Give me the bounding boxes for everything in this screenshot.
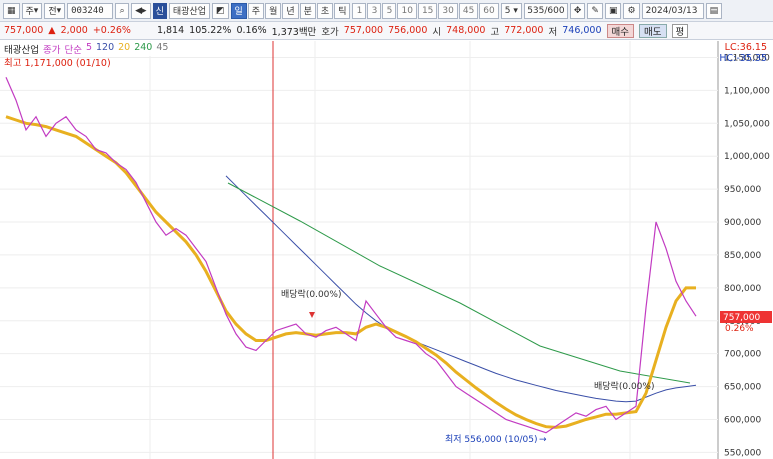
legend-ma-5: 5 xyxy=(85,42,92,53)
y-tick-label: 1,050,000 xyxy=(724,119,770,129)
calendar-icon[interactable]: ▤ xyxy=(705,2,723,19)
interval-select[interactable]: 5 ▾ xyxy=(500,2,522,19)
period-mode-select[interactable]: 전 ▾ xyxy=(44,2,66,19)
y-tick-label: 550,000 xyxy=(724,448,761,458)
legend-ma-20: 20 xyxy=(118,42,131,53)
search-icon[interactable]: ⌕ xyxy=(115,2,130,19)
stock-name: 태광산업 xyxy=(168,2,210,19)
average-button[interactable]: 평 xyxy=(671,23,689,38)
period-buttons: 일주월년분초틱 xyxy=(230,2,351,19)
price-chart[interactable]: 1,150,0001,100,0001,050,0001,000,000950,… xyxy=(0,41,773,459)
save-icon[interactable]: ▣ xyxy=(604,2,622,19)
legend-name: 태광산업 xyxy=(4,45,39,56)
y-tick-labels: 1,150,0001,100,0001,050,0001,000,000950,… xyxy=(724,53,770,458)
y-tick-label: 900,000 xyxy=(724,218,761,228)
ask1: 757,000 xyxy=(343,25,384,36)
buy-button[interactable]: 매수 xyxy=(606,23,635,38)
interval-button-10[interactable]: 10 xyxy=(397,2,417,19)
last-price-label: 757,000 xyxy=(723,313,760,323)
period-button-2[interactable]: 월 xyxy=(265,2,282,19)
ask2: 756,000 xyxy=(388,25,428,36)
legend-ma-label: 단순 xyxy=(64,45,82,56)
low-note: 최저 556,000 (10/05) xyxy=(445,434,537,445)
low-label: 저 xyxy=(548,26,558,38)
legend-ma-120: 120 xyxy=(95,42,115,53)
ask-label: 호가 xyxy=(321,26,339,38)
legend-ma-45: 45 xyxy=(156,42,169,53)
dividend-note-1: 배당락(0.00%) xyxy=(281,288,341,300)
lc-hc-box: LC:36.15 HC:-35.35 xyxy=(719,42,767,64)
market-select[interactable]: 주 ▾ xyxy=(21,2,43,19)
crosshair-icon[interactable]: ✥ xyxy=(569,2,586,19)
interval-button-15[interactable]: 15 xyxy=(417,2,438,19)
high-price: 772,000 xyxy=(504,25,544,36)
speaker-icon[interactable]: ◀▸ xyxy=(131,2,151,19)
y-tick-label: 800,000 xyxy=(724,284,761,294)
volume-ratio: 105.22% xyxy=(189,25,232,36)
high-note: 최고 1,171,000 (01/10) xyxy=(4,58,111,69)
date-input[interactable]: 2024/03/13 xyxy=(641,2,704,19)
y-tick-label: 950,000 xyxy=(724,185,761,195)
volume: 1,814 xyxy=(156,25,185,36)
y-tick-label: 600,000 xyxy=(724,416,761,426)
y-tick-label: 850,000 xyxy=(724,251,761,261)
low-arrow-icon: → xyxy=(539,435,547,445)
chart-legend: 태광산업 종가 단순 5 120 20 240 45 xyxy=(4,42,169,56)
interval-buttons: 1 3 5 10 15 30 45 60 xyxy=(352,2,499,19)
y-tick-label: 650,000 xyxy=(724,383,761,393)
market-value: 주 xyxy=(25,7,34,17)
legend-ma-240: 240 xyxy=(134,42,153,53)
dividend-note-2: 배당락(0.00%) xyxy=(594,380,654,392)
period-button-6[interactable]: 틱 xyxy=(334,2,351,19)
turnover: 0.16% xyxy=(236,25,267,36)
plot-area xyxy=(0,41,718,459)
interval-select-value: 5 xyxy=(504,5,511,16)
gear-icon[interactable]: ⚙ xyxy=(623,2,640,19)
period-button-0[interactable]: 일 xyxy=(230,2,247,19)
price-change-pct: +0.26% xyxy=(92,25,131,36)
amount: 1,373백만 xyxy=(271,26,317,38)
period-button-3[interactable]: 년 xyxy=(282,2,299,19)
y-tick-label: 1,000,000 xyxy=(724,152,770,162)
y-tick-label: 700,000 xyxy=(724,350,761,360)
open-price: 748,000 xyxy=(446,25,486,36)
legend-price-label: 종가 xyxy=(42,45,61,56)
interval-button-3[interactable]: 3 xyxy=(367,2,382,19)
last-pct-label: 0.26% xyxy=(725,324,754,334)
price-change: 2,000 xyxy=(60,25,88,36)
stock-tag: 신 xyxy=(152,2,167,19)
period-button-4[interactable]: 분 xyxy=(299,2,316,19)
layout-icon[interactable]: ▦ xyxy=(3,2,20,19)
pin-icon[interactable]: ✎ xyxy=(587,2,603,19)
lc-value: LC:36.15 xyxy=(724,42,767,53)
open-label: 시 xyxy=(432,26,442,38)
y-tick-label: 1,100,000 xyxy=(724,86,770,96)
interval-button-5[interactable]: 5 xyxy=(382,2,397,19)
data-count[interactable]: 535/600 xyxy=(523,2,568,19)
quote-bar: 757,000 ▲ 2,000 +0.26% 1,814 105.22% 0.1… xyxy=(0,22,773,40)
star-icon[interactable]: ◩ xyxy=(212,2,229,19)
up-arrow-icon: ▲ xyxy=(48,25,56,36)
period-button-5[interactable]: 초 xyxy=(316,2,334,19)
period-button-1[interactable]: 주 xyxy=(247,2,265,19)
current-price: 757,000 xyxy=(4,25,44,36)
stock-code-input[interactable]: 003240 xyxy=(67,2,114,19)
low-price: 746,000 xyxy=(562,25,602,36)
sell-button[interactable]: 매도 xyxy=(639,23,667,38)
high-label: 고 xyxy=(490,26,500,38)
interval-button-45[interactable]: 45 xyxy=(458,2,479,19)
period-mode-value: 전 xyxy=(48,7,57,17)
toolbar: ▦ 주 ▾ 전 ▾ 003240 ⌕ ◀▸ 신 태광산업 ◩ 일주월년분초틱 135… xyxy=(0,0,773,22)
interval-button-30[interactable]: 30 xyxy=(438,2,458,19)
interval-button-60[interactable]: 60 xyxy=(479,2,499,19)
interval-button-1[interactable]: 1 xyxy=(352,2,367,19)
hc-value: HC:-35.35 xyxy=(719,53,767,64)
